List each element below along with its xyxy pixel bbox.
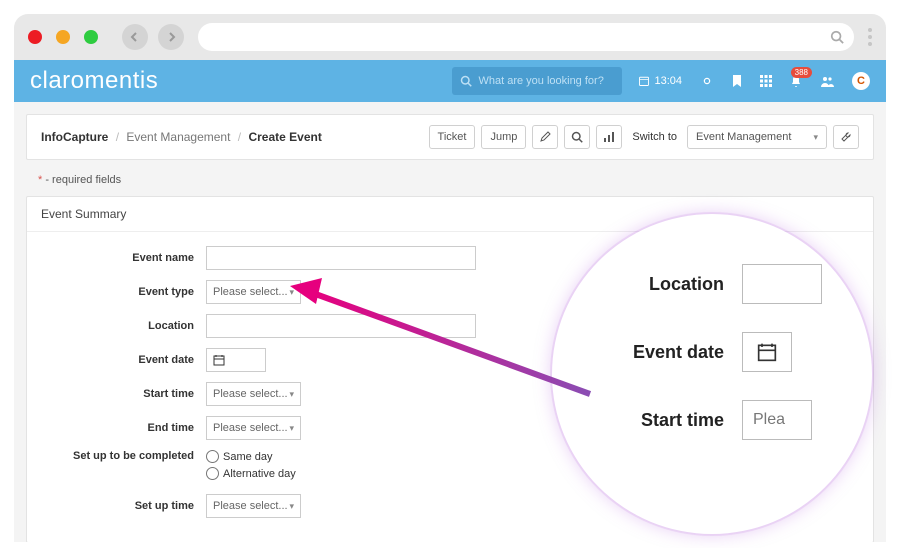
end-time-label: End time: [41, 422, 206, 434]
location-label: Location: [41, 320, 206, 332]
start-time-label: Start time: [41, 388, 206, 400]
ticket-button[interactable]: Ticket: [429, 125, 476, 149]
browser-menu-icon[interactable]: [868, 28, 872, 46]
chevron-down-icon: ▾: [289, 501, 294, 512]
calendar-icon: [638, 75, 650, 87]
page-toolbar: Ticket Jump Switch to Event Management ▾: [429, 125, 859, 149]
zoom-start-time-label: Start time: [592, 410, 742, 431]
user-avatar[interactable]: C: [852, 72, 870, 90]
edit-icon: [539, 131, 551, 143]
jump-button[interactable]: Jump: [481, 125, 526, 149]
notification-badge: 388: [791, 67, 812, 78]
setup-completed-label: Set up to be completed: [41, 450, 206, 462]
people-icon[interactable]: [820, 75, 834, 87]
end-time-select[interactable]: Please select... ▾: [206, 416, 301, 440]
event-date-label: Event date: [41, 354, 206, 366]
search-icon: [571, 131, 583, 143]
address-bar[interactable]: [198, 23, 854, 51]
minimize-window-icon[interactable]: [56, 30, 70, 44]
chevron-down-icon: ▾: [289, 423, 294, 434]
project-select[interactable]: Event Management ▾: [687, 125, 827, 149]
start-time-select[interactable]: Please select... ▾: [206, 382, 301, 406]
same-day-radio[interactable]: Same day: [206, 450, 296, 463]
chevron-down-icon: ▾: [289, 287, 294, 298]
search-button[interactable]: [564, 125, 590, 149]
project-select-value: Event Management: [696, 131, 791, 143]
event-name-input[interactable]: [206, 246, 476, 270]
setup-time-select[interactable]: Please select... ▾: [206, 494, 301, 518]
event-type-select[interactable]: Please select... ▾: [206, 280, 301, 304]
stats-button[interactable]: [596, 125, 622, 149]
search-icon: [830, 30, 844, 44]
link-icon[interactable]: [700, 75, 714, 87]
clock-time: 13:04: [654, 75, 682, 87]
back-button[interactable]: [122, 24, 148, 50]
switch-to-label: Switch to: [632, 131, 677, 143]
bookmark-icon[interactable]: [732, 75, 742, 87]
header-icons: 13:04 388 C: [638, 72, 870, 90]
search-icon: [460, 75, 472, 87]
breadcrumb-leaf: Create Event: [248, 130, 321, 144]
breadcrumb-mid[interactable]: Event Management: [126, 130, 230, 144]
wrench-icon: [840, 131, 852, 143]
clock-widget[interactable]: 13:04: [638, 75, 682, 87]
chevron-down-icon: ▾: [289, 389, 294, 400]
traffic-lights: [28, 30, 98, 44]
browser-chrome: [14, 14, 886, 60]
edit-button[interactable]: [532, 125, 558, 149]
chevron-down-icon: ▾: [813, 132, 818, 143]
event-date-input[interactable]: [206, 348, 266, 372]
page-header-bar: InfoCapture / Event Management / Create …: [26, 114, 874, 160]
brand-logo: claromentis: [30, 67, 158, 95]
bar-chart-icon: [603, 131, 615, 143]
breadcrumb-root[interactable]: InfoCapture: [41, 130, 108, 144]
zoom-event-date-label: Event date: [592, 342, 742, 363]
global-search-input[interactable]: What are you looking for?: [452, 67, 622, 95]
alt-day-radio[interactable]: Alternative day: [206, 467, 296, 480]
bell-icon[interactable]: 388: [790, 75, 802, 88]
forward-button[interactable]: [158, 24, 184, 50]
zoom-location-input: [742, 264, 822, 304]
location-input[interactable]: [206, 314, 476, 338]
required-fields-note: * - required fields: [38, 174, 862, 186]
maximize-window-icon[interactable]: [84, 30, 98, 44]
zoom-location-label: Location: [592, 274, 742, 295]
tools-button[interactable]: [833, 125, 859, 149]
calendar-icon: [213, 354, 225, 366]
setup-time-label: Set up time: [41, 500, 206, 512]
nav-arrows: [122, 24, 184, 50]
event-name-label: Event name: [41, 252, 206, 264]
zoom-magnifier: Location Event date Start time Plea: [552, 214, 872, 534]
event-type-label: Event type: [41, 286, 206, 298]
search-placeholder: What are you looking for?: [478, 75, 603, 87]
zoom-start-time-select: Plea: [742, 400, 812, 440]
breadcrumb: InfoCapture / Event Management / Create …: [41, 130, 322, 144]
app-header: claromentis What are you looking for? 13…: [14, 60, 886, 102]
close-window-icon[interactable]: [28, 30, 42, 44]
calendar-icon: [757, 342, 777, 362]
apps-grid-icon[interactable]: [760, 75, 772, 87]
zoom-event-date-input: [742, 332, 792, 372]
